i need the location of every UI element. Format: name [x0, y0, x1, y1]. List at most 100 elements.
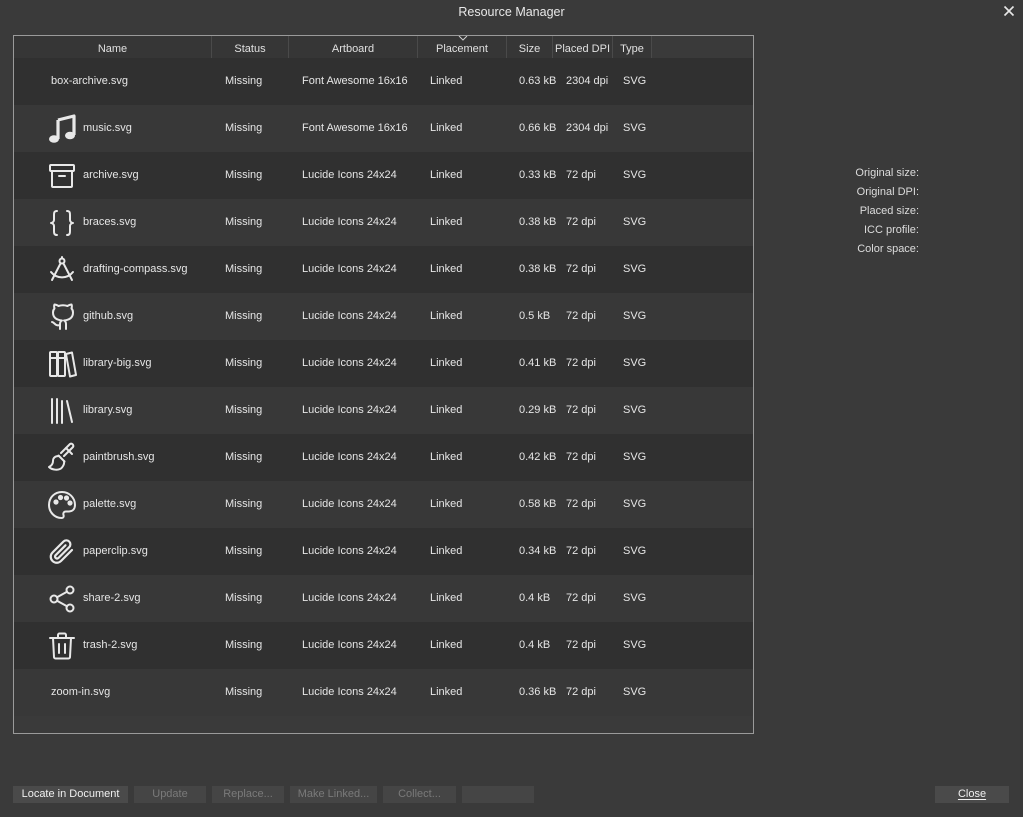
resource-placed-dpi: 72 dpi	[566, 263, 596, 275]
resource-placed-dpi: 72 dpi	[566, 357, 596, 369]
table-row[interactable]: library-big.svg Missing Lucide Icons 24x24…	[14, 340, 753, 387]
table-row[interactable]: music.svg Missing Font Awesome 16x16 Linked…	[14, 105, 753, 152]
resource-size: 0.42 kB	[519, 451, 557, 463]
resource-artboard: Font Awesome 16x16	[302, 122, 408, 134]
resource-info-panel: Original size: Original DPI: Placed size…	[855, 166, 919, 261]
resource-placement: Linked	[430, 263, 463, 275]
collect-button[interactable]: Collect...	[383, 786, 456, 803]
resource-placed-dpi: 72 dpi	[566, 404, 596, 416]
resource-status: Missing	[225, 404, 263, 416]
column-header-status[interactable]: Status	[212, 36, 289, 58]
update-button[interactable]: Update	[134, 786, 206, 803]
resource-size: 0.41 kB	[519, 357, 557, 369]
table-row[interactable]: paperclip.svg Missing Lucide Icons 24x24 Li…	[14, 528, 753, 575]
resource-placed-dpi: 72 dpi	[566, 169, 596, 181]
resource-placed-dpi: 72 dpi	[566, 451, 596, 463]
column-header-name[interactable]: Name	[14, 36, 212, 58]
paintbrush-icon	[46, 442, 78, 474]
drafting-compass-icon	[46, 254, 78, 286]
resource-size: 0.34 kB	[519, 545, 557, 557]
title-bar: Resource Manager	[0, 0, 1023, 24]
resource-type: SVG	[623, 639, 647, 651]
original-size-label: Original size:	[855, 167, 919, 179]
resource-artboard: Lucide Icons 24x24	[302, 404, 397, 416]
resource-artboard: Lucide Icons 24x24	[302, 357, 397, 369]
table-row[interactable]: zoom-in.svg Missing Lucide Icons 24x24 Link…	[14, 669, 753, 716]
table-row[interactable]: share-2.svg Missing Lucide Icons 24x24 Link…	[14, 575, 753, 622]
resource-placed-dpi: 72 dpi	[566, 639, 596, 651]
close-icon[interactable]	[1001, 3, 1017, 19]
palette-icon	[46, 489, 78, 521]
replace-button[interactable]: Replace...	[212, 786, 284, 803]
table-row[interactable]: archive.svg Missing Lucide Icons 24x24 Link…	[14, 152, 753, 199]
table-row[interactable]: box-archive.svg Missing Font Awesome 16x16…	[14, 58, 753, 105]
resource-size: 0.58 kB	[519, 498, 557, 510]
table-row[interactable]: library.svg Missing Lucide Icons 24x24 Link…	[14, 387, 753, 434]
close-button[interactable]: Close	[935, 786, 1009, 803]
resource-name: box-archive.svg	[51, 75, 129, 87]
library-big-icon	[46, 348, 78, 380]
resource-type: SVG	[623, 357, 647, 369]
resource-name: drafting-compass.svg	[83, 263, 188, 275]
table-body: box-archive.svg Missing Font Awesome 16x16…	[14, 58, 753, 716]
resource-status: Missing	[225, 357, 263, 369]
resource-status: Missing	[225, 169, 263, 181]
paperclip-icon	[46, 536, 78, 568]
resource-name: share-2.svg	[83, 592, 141, 604]
resource-size: 0.63 kB	[519, 75, 557, 87]
table-row[interactable]: braces.svg Missing Lucide Icons 24x24 Linke…	[14, 199, 753, 246]
resource-size: 0.38 kB	[519, 263, 557, 275]
resource-placed-dpi: 2304 dpi	[566, 122, 609, 134]
resource-placed-dpi: 2304 dpi	[566, 75, 609, 87]
resource-artboard: Lucide Icons 24x24	[302, 310, 397, 322]
make-linked-button[interactable]: Make Linked...	[290, 786, 377, 803]
resource-name: paintbrush.svg	[83, 451, 155, 463]
resource-placement: Linked	[430, 122, 463, 134]
resource-artboard: Lucide Icons 24x24	[302, 686, 397, 698]
resource-name: archive.svg	[83, 169, 139, 181]
resource-placed-dpi: 72 dpi	[566, 310, 596, 322]
resource-name: music.svg	[83, 122, 132, 134]
resource-placed-dpi: 72 dpi	[566, 686, 596, 698]
library-icon	[46, 395, 78, 427]
resource-name: trash-2.svg	[83, 639, 138, 651]
blank-button[interactable]	[462, 786, 534, 803]
github-icon	[46, 301, 78, 333]
resource-artboard: Lucide Icons 24x24	[302, 545, 397, 557]
table-row[interactable]: drafting-compass.svg Missing Lucide Icons …	[14, 246, 753, 293]
resource-artboard: Lucide Icons 24x24	[302, 451, 397, 463]
original-dpi-label: Original DPI:	[856, 186, 919, 198]
resource-status: Missing	[225, 122, 263, 134]
resource-artboard: Font Awesome 16x16	[302, 75, 408, 87]
resource-placement: Linked	[430, 545, 463, 557]
table-row[interactable]: palette.svg Missing Lucide Icons 24x24 Link…	[14, 481, 753, 528]
resource-placement: Linked	[430, 169, 463, 181]
table-row[interactable]: trash-2.svg Missing Lucide Icons 24x24 Link…	[14, 622, 753, 669]
resource-artboard: Lucide Icons 24x24	[302, 592, 397, 604]
resource-placement: Linked	[430, 357, 463, 369]
column-header-artboard[interactable]: Artboard	[289, 36, 418, 58]
resource-type: SVG	[623, 545, 647, 557]
table-row[interactable]: paintbrush.svg Missing Lucide Icons 24x24 L…	[14, 434, 753, 481]
column-header-size[interactable]: Size	[507, 36, 553, 58]
resource-type: SVG	[623, 75, 647, 87]
trash-2-icon	[46, 630, 78, 662]
locate-in-document-button[interactable]: Locate in Document	[13, 786, 128, 803]
resource-size: 0.4 kB	[519, 592, 551, 604]
resource-artboard: Lucide Icons 24x24	[302, 263, 397, 275]
resource-status: Missing	[225, 686, 263, 698]
resource-placement: Linked	[430, 592, 463, 604]
resource-type: SVG	[623, 310, 647, 322]
column-header-type[interactable]: Type	[613, 36, 652, 58]
resource-status: Missing	[225, 216, 263, 228]
table-row[interactable]: github.svg Missing Lucide Icons 24x24 Linke…	[14, 293, 753, 340]
archive-icon	[46, 160, 78, 192]
resource-name: braces.svg	[83, 216, 137, 228]
sort-descending-icon	[458, 36, 468, 41]
resource-size: 0.33 kB	[519, 169, 557, 181]
resource-status: Missing	[225, 263, 263, 275]
column-header-placed-dpi[interactable]: Placed DPI	[553, 36, 613, 58]
resource-artboard: Lucide Icons 24x24	[302, 639, 397, 651]
resource-type: SVG	[623, 169, 647, 181]
resource-size: 0.5 kB	[519, 310, 551, 322]
